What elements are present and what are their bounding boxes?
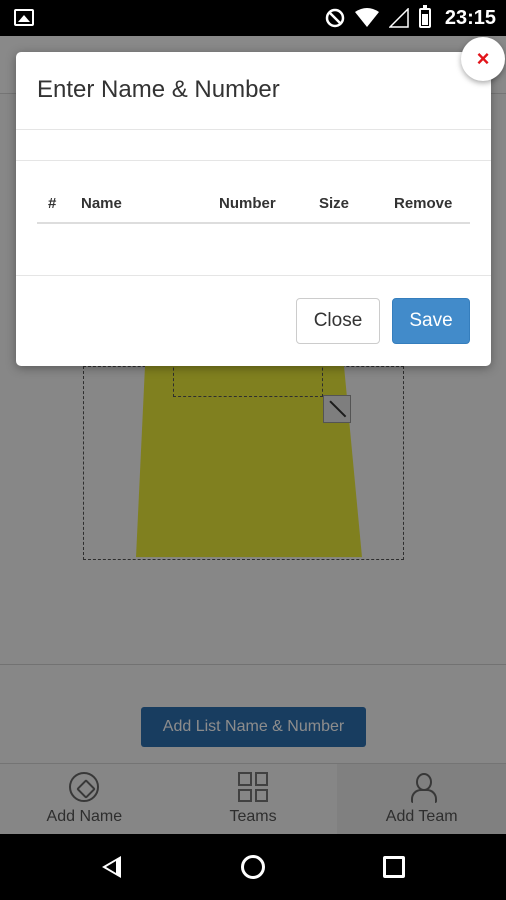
- column-header-name: Name: [81, 194, 122, 212]
- divider: [16, 129, 491, 130]
- save-button[interactable]: Save: [392, 298, 470, 344]
- modal-title: Enter Name & Number: [37, 76, 280, 103]
- wifi-icon: [354, 8, 379, 27]
- system-nav-bar: [0, 834, 506, 900]
- column-header-size: Size: [319, 194, 350, 212]
- column-header-remove: Remove: [394, 194, 453, 212]
- status-bar: 23:15: [0, 0, 506, 36]
- table-header-row: # Name Number Size Remove: [37, 184, 470, 224]
- back-icon[interactable]: [102, 856, 121, 878]
- column-header-index: #: [48, 194, 57, 212]
- name-number-table: # Name Number Size Remove: [37, 184, 470, 224]
- image-notification-icon: [14, 9, 34, 26]
- recents-icon[interactable]: [383, 856, 405, 878]
- battery-icon: [418, 5, 431, 28]
- home-icon[interactable]: [241, 855, 265, 879]
- do-not-disturb-icon: [325, 8, 345, 28]
- cell-signal-icon: [388, 8, 409, 28]
- column-header-number: Number: [219, 194, 276, 212]
- divider: [16, 275, 491, 276]
- close-button[interactable]: Close: [296, 298, 380, 344]
- name-number-modal: Enter Name & Number # Name Number Size R…: [16, 52, 491, 366]
- close-icon[interactable]: ×: [461, 37, 505, 81]
- divider: [16, 160, 491, 161]
- status-time: 23:15: [444, 6, 496, 29]
- status-icons: 23:15: [325, 0, 496, 36]
